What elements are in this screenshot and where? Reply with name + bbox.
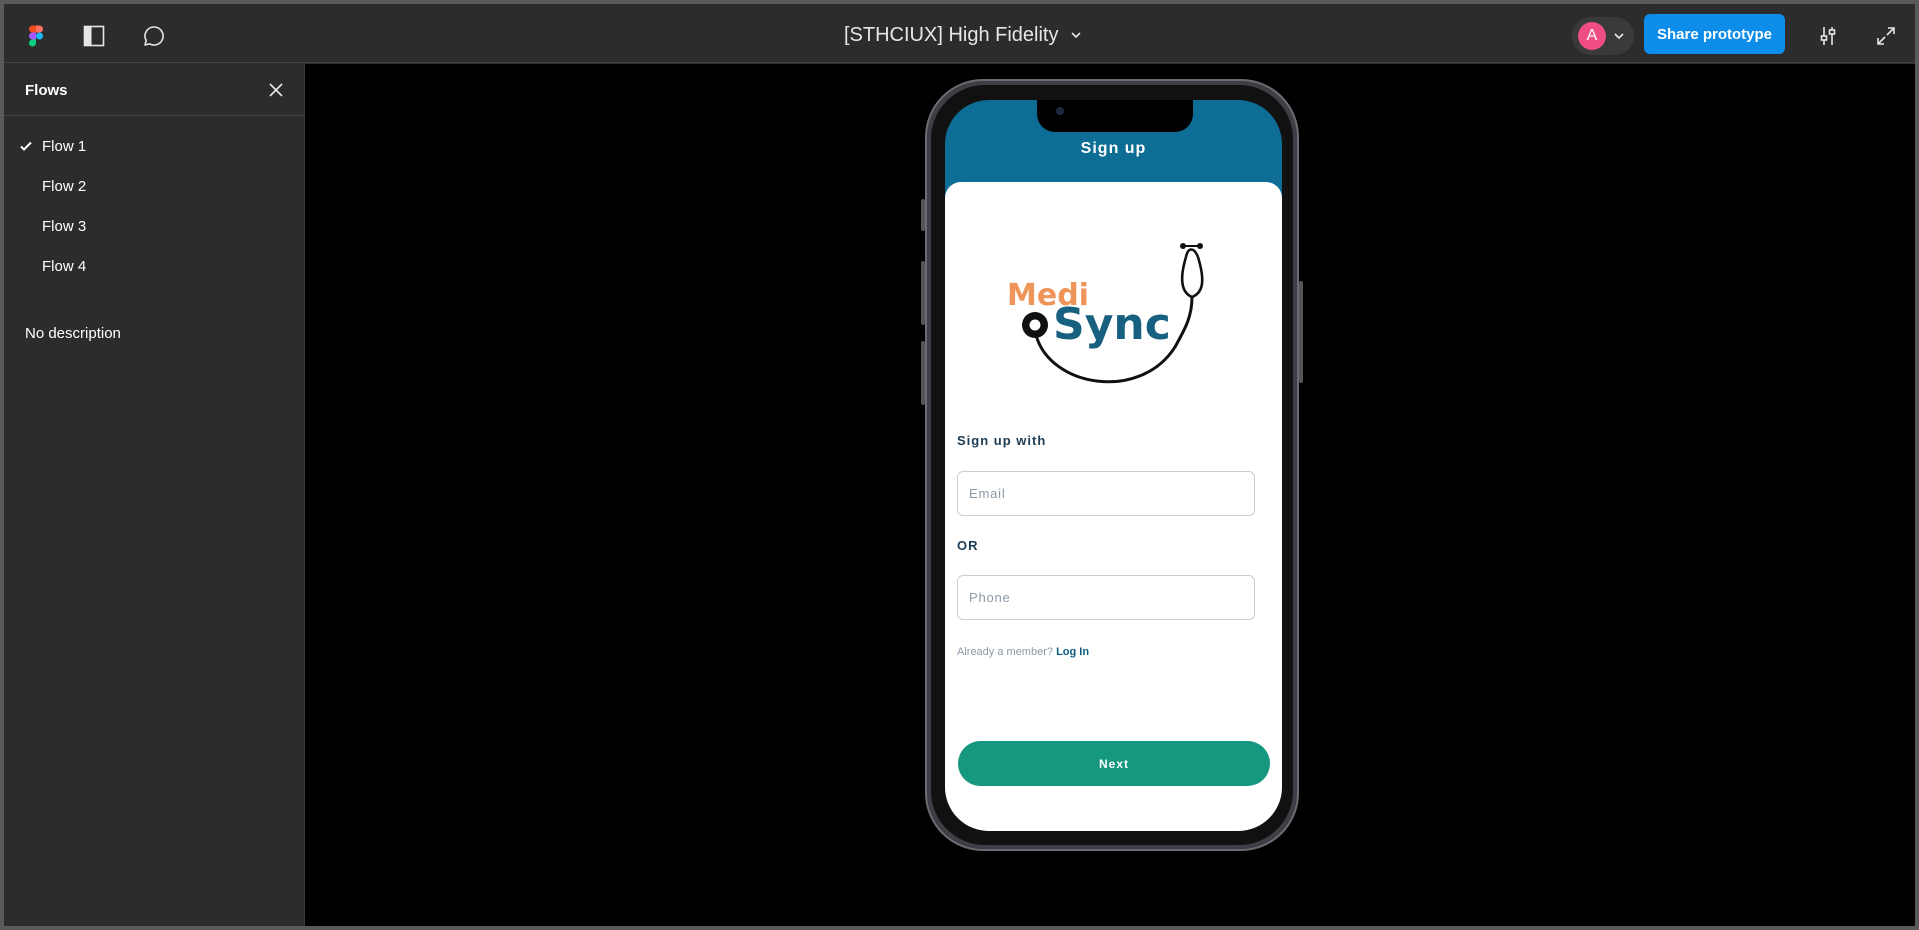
phone-screen: Sign up Medi Sync Sign up with Email OR … — [945, 100, 1282, 831]
document-title-menu[interactable]: [STHCIUX] High Fidelity — [844, 24, 1081, 47]
flow-label: Flow 1 — [42, 137, 87, 155]
sidebar-header: Flows — [4, 64, 304, 116]
camera-icon — [1056, 107, 1064, 115]
checkmark-icon — [20, 141, 32, 151]
sidebar-title: Flows — [25, 82, 68, 99]
medisync-logo: Medi Sync — [1007, 243, 1204, 384]
top-toolbar: [STHCIUX] High Fidelity A Share prototyp… — [4, 4, 1915, 63]
phone-notch — [1037, 100, 1193, 132]
settings-sliders-icon[interactable] — [1814, 22, 1842, 50]
or-divider-label: OR — [957, 538, 979, 553]
flow-item-1[interactable]: Flow 1 — [4, 130, 305, 162]
phone-field[interactable] — [957, 575, 1255, 620]
phone-volume-up — [921, 261, 925, 325]
signup-card: Medi Sync Sign up with OR Already a memb… — [945, 182, 1282, 831]
login-link[interactable]: Log In — [1056, 646, 1089, 658]
logo-word-sync: Sync — [1053, 299, 1171, 350]
prototype-canvas: Sign up Medi Sync Sign up with Email OR … — [305, 64, 1915, 926]
flow-item-3[interactable]: Flow 3 — [4, 210, 305, 242]
flow-label: Flow 4 — [42, 257, 87, 275]
flows-sidebar: Flows Flow 1 Flow 2 Flow 3 Flow 4 No des… — [4, 64, 305, 926]
share-prototype-button[interactable]: Share prototype — [1644, 14, 1785, 54]
figma-prototype-viewer: [STHCIUX] High Fidelity A Share prototyp… — [4, 4, 1915, 926]
sidebar-toggle-icon[interactable] — [80, 22, 108, 50]
phone-frame: Sign up Medi Sync Sign up with Email OR … — [921, 79, 1303, 851]
flow-description: No description — [25, 325, 121, 342]
already-member-text: Already a member? Log In — [957, 646, 1089, 658]
next-button[interactable]: Next — [958, 741, 1270, 786]
email-field[interactable] — [957, 471, 1255, 516]
phone-volume-down — [921, 341, 925, 405]
phone-mute-switch — [921, 199, 925, 231]
flow-item-2[interactable]: Flow 2 — [4, 170, 305, 202]
chevron-down-icon — [1614, 32, 1624, 39]
figma-logo-icon[interactable] — [22, 22, 50, 50]
expand-fullscreen-icon[interactable] — [1872, 22, 1900, 50]
flow-label: Flow 3 — [42, 217, 87, 235]
screen-title: Sign up — [1080, 140, 1147, 157]
signup-with-label: Sign up with — [957, 433, 1047, 448]
comment-icon[interactable] — [140, 22, 168, 50]
user-menu[interactable]: A — [1572, 17, 1634, 55]
member-prompt: Already a member? — [957, 646, 1053, 658]
document-title: [STHCIUX] High Fidelity — [844, 24, 1059, 46]
close-icon[interactable] — [266, 80, 286, 100]
flow-label: Flow 2 — [42, 177, 87, 195]
flow-item-4[interactable]: Flow 4 — [4, 250, 305, 282]
chevron-down-icon — [1070, 32, 1081, 39]
phone-bezel: Sign up Medi Sync Sign up with Email OR … — [931, 85, 1293, 845]
phone-power-button — [1299, 281, 1303, 383]
avatar: A — [1578, 22, 1606, 50]
